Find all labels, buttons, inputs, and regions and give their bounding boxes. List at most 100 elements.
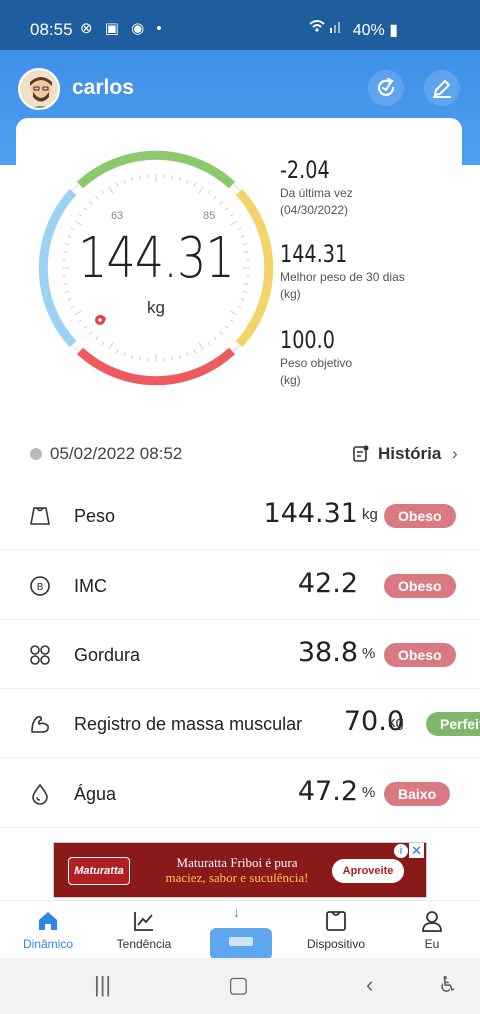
metric-name: Registro de massa muscular: [74, 714, 303, 734]
metric-row-imc[interactable]: B IMC 42.2 Obeso: [0, 552, 480, 620]
gauge-tick: [89, 331, 93, 335]
gauge-tick: [229, 213, 234, 217]
refresh-icon: [377, 77, 395, 96]
sync-button[interactable]: [368, 70, 404, 106]
profile-icon: [422, 911, 442, 932]
status-badge: Perfeit: [426, 712, 480, 736]
stat-sublabel: (kg): [280, 373, 301, 387]
metric-unit: %: [362, 645, 376, 662]
ad-text: Maturatta Friboi é pura maciez, sabor e …: [142, 855, 332, 885]
gauge-tick: [89, 201, 93, 205]
gauge-tick: [193, 349, 197, 354]
gauge-tick: [213, 195, 217, 200]
gauge-tick: [230, 220, 238, 226]
home-button-icon[interactable]: ▢: [228, 972, 249, 998]
ad-info-icon[interactable]: i: [394, 844, 408, 858]
accessibility-icon[interactable]: ♿: [438, 972, 458, 998]
nav-dinamico[interactable]: Dinâmico: [3, 909, 93, 951]
muscle-icon: [31, 716, 49, 733]
chevron-right-icon[interactable]: ›: [452, 444, 458, 464]
metric-row-gordura[interactable]: Gordura 38.8 % Obeso: [0, 621, 480, 689]
gauge-tick: [139, 175, 141, 180]
nav-label: Eu: [424, 937, 440, 951]
metric-unit: %: [362, 784, 376, 801]
ad-line2: maciez, sabor e suculência!: [165, 870, 309, 885]
gauge-tick: [242, 290, 247, 293]
nav-dispositivo[interactable]: Dispositivo: [291, 909, 381, 951]
status-badge: Obeso: [384, 574, 456, 598]
metric-row-agua[interactable]: Água 47.2 % Baixo: [0, 760, 480, 828]
gauge-tick: [213, 336, 217, 341]
gauge-tick: [193, 182, 197, 187]
username: carlos: [72, 76, 134, 99]
metric-row-peso[interactable]: Peso 144.31 kg Obeso: [0, 482, 480, 550]
measurement-date: 05/02/2022 08:52: [50, 444, 183, 463]
stat-sublabel: (04/30/2022): [280, 203, 349, 217]
bmi-icon: B: [30, 576, 50, 596]
system-nav-bar: ||| ▢ ‹ ♿: [0, 958, 480, 1014]
metric-name: Água: [74, 784, 117, 804]
gauge-tick-low: 63: [111, 210, 124, 222]
stat-sublabel: (kg): [280, 287, 301, 301]
history-icon[interactable]: [352, 445, 370, 463]
gauge-tick: [178, 177, 181, 182]
gauge-tick: [171, 175, 173, 180]
weigh-scale-button[interactable]: [210, 928, 272, 960]
download-arrow-icon: ↓: [233, 904, 240, 920]
notification-icons: ⊗ ▣ ◉ •: [80, 20, 166, 37]
gauge-tick: [131, 354, 134, 359]
water-drop-icon: [32, 783, 48, 805]
trend-chart-icon: [134, 912, 153, 931]
metric-name: Peso: [74, 506, 116, 526]
status-badge: Baixo: [384, 782, 451, 806]
gauge-tick: [186, 352, 189, 357]
history-link[interactable]: História: [378, 444, 441, 464]
gauge-tick: [78, 213, 83, 217]
stat-label: Da última vez: [280, 186, 353, 200]
nav-tendencia[interactable]: Tendência: [99, 909, 189, 951]
gauge-tick: [229, 319, 234, 323]
gauge-tick: [207, 341, 211, 346]
gauge-tick: [123, 179, 126, 184]
fat-icon: [30, 645, 50, 665]
gauge-tick: [224, 207, 229, 211]
ad-banner[interactable]: Maturatta Maturatta Friboi é pura maciez…: [53, 842, 427, 898]
clock-icon: [30, 448, 42, 460]
stat-value: -2.04: [280, 156, 330, 184]
metric-row-massa-muscular[interactable]: Registro de massa muscular 70.0 kg Perfe…: [0, 690, 480, 758]
gauge-tick: [74, 220, 82, 226]
stat-value: 100.0: [280, 326, 335, 354]
gauge-tick: [115, 182, 119, 187]
metric-unit: kg: [362, 506, 378, 523]
gauge-tick: [115, 349, 119, 354]
weight-icon: [30, 507, 50, 525]
gauge-tick: [65, 290, 70, 293]
metric-value: 47.2: [297, 776, 358, 807]
gauge-tick: [78, 319, 83, 323]
gauge-tick: [178, 354, 181, 359]
recent-apps-icon[interactable]: |||: [94, 972, 111, 998]
ad-line1: Maturatta Friboi é pura: [176, 855, 298, 870]
ad-close-icon[interactable]: ✕: [409, 843, 424, 858]
gauge-tick: [101, 190, 105, 195]
gauge-tick: [83, 207, 88, 211]
gauge-tick: [198, 342, 204, 350]
avatar[interactable]: [18, 68, 60, 110]
metric-unit: kg: [388, 714, 404, 731]
svg-text:B: B: [37, 582, 44, 593]
metric-name: IMC: [74, 576, 107, 596]
stat-best-30-days: 144.31 Melhor peso de 30 dias (kg): [280, 240, 405, 302]
gauge-tick: [198, 186, 204, 194]
ad-cta-button[interactable]: Aproveite: [332, 859, 404, 883]
metric-value: 38.8: [297, 637, 358, 668]
pencil-icon: [433, 80, 451, 98]
gauge-tick: [83, 325, 88, 329]
nav-eu[interactable]: Eu: [387, 909, 477, 951]
edit-button[interactable]: [424, 70, 460, 106]
stat-label: Peso objetivo: [280, 356, 353, 370]
back-icon[interactable]: ‹: [366, 972, 373, 998]
measurement-date-row: 05/02/2022 08:52 História ›: [0, 438, 480, 472]
gauge-tick: [186, 179, 189, 184]
ad-logo: Maturatta: [68, 857, 130, 885]
battery-level: 40% ▮: [352, 22, 398, 39]
